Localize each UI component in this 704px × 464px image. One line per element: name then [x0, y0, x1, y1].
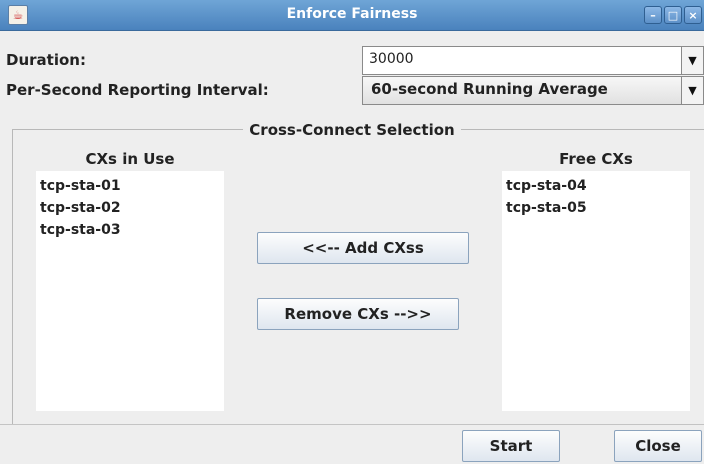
cxs-in-use-title: CXs in Use — [85, 150, 175, 168]
title-bar[interactable]: ☕ Enforce Fairness – □ × — [0, 0, 704, 31]
chevron-down-icon: ▼ — [688, 84, 697, 97]
close-button[interactable]: Close — [614, 430, 702, 462]
enforce-fairness-dialog: ☕ Enforce Fairness – □ × Duration: 30000… — [0, 0, 704, 464]
duration-label: Duration: — [6, 51, 86, 69]
list-item[interactable]: tcp-sta-05 — [506, 197, 690, 219]
list-item[interactable]: tcp-sta-03 — [40, 219, 224, 241]
add-cxs-button[interactable]: <<-- Add CXss — [257, 232, 469, 264]
interval-dropdown-button[interactable]: ▼ — [682, 76, 704, 105]
cross-connect-title: Cross-Connect Selection — [0, 121, 704, 139]
maximize-button[interactable]: □ — [664, 6, 682, 24]
cxs-in-use-list[interactable]: tcp-sta-01 tcp-sta-02 tcp-sta-03 — [36, 171, 224, 411]
chevron-down-icon: ▼ — [688, 54, 697, 67]
list-item[interactable]: tcp-sta-02 — [40, 197, 224, 219]
list-item[interactable]: tcp-sta-01 — [40, 175, 224, 197]
list-item[interactable]: tcp-sta-04 — [506, 175, 690, 197]
start-button[interactable]: Start — [462, 430, 560, 462]
footer-separator — [0, 424, 704, 425]
minimize-button[interactable]: – — [644, 6, 662, 24]
duration-input[interactable]: 30000 — [362, 46, 682, 75]
close-window-button[interactable]: × — [684, 6, 702, 24]
remove-cxs-button[interactable]: Remove CXs -->> — [257, 298, 459, 330]
interval-select[interactable]: 60-second Running Average — [362, 76, 682, 105]
interval-label: Per-Second Reporting Interval: — [6, 81, 269, 99]
free-cxs-list[interactable]: tcp-sta-04 tcp-sta-05 — [502, 171, 690, 411]
window-title: Enforce Fairness — [286, 6, 418, 22]
free-cxs-title: Free CXs — [559, 150, 633, 168]
duration-dropdown-button[interactable]: ▼ — [682, 46, 704, 75]
